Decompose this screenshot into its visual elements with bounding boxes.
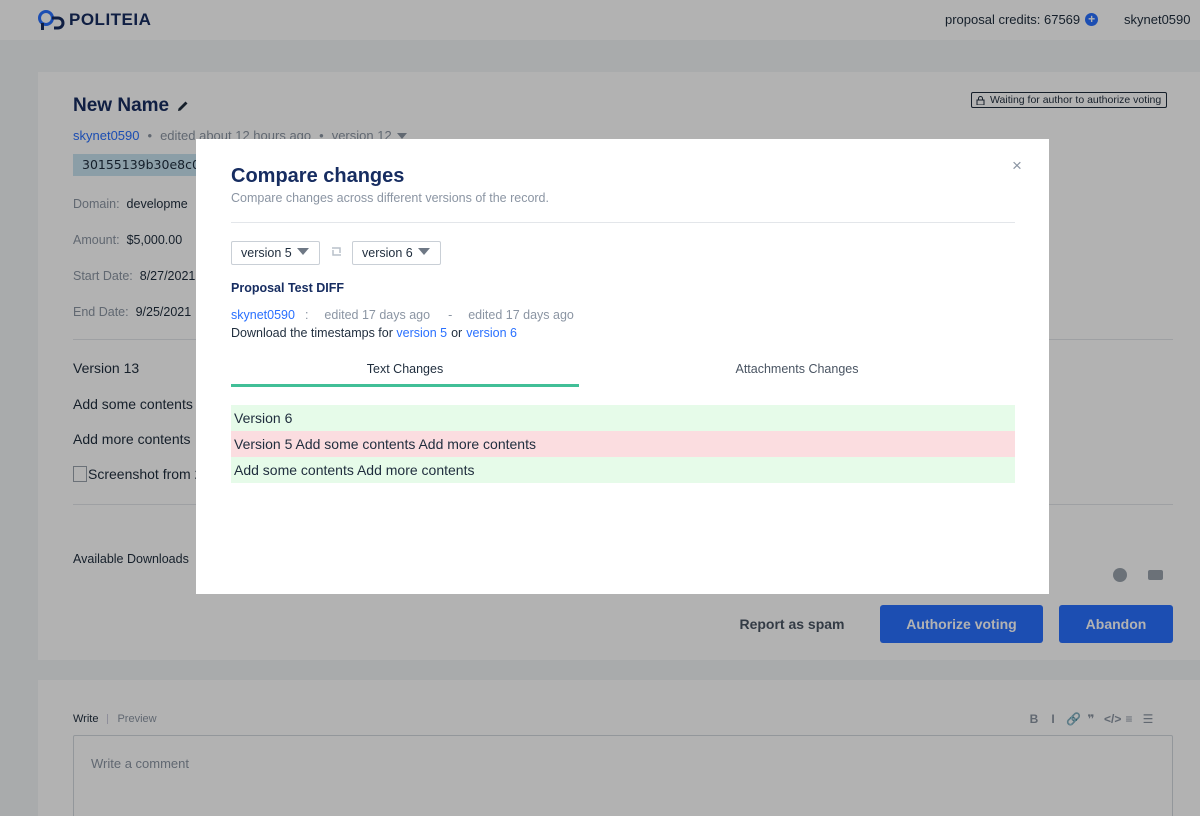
- from-version-value: version 5: [241, 246, 292, 260]
- download-prefix: Download the timestamps for: [231, 326, 393, 340]
- diff-meta: skynet0590 : edited 17 days ago - edited…: [231, 308, 574, 322]
- modal-title: Compare changes: [231, 165, 405, 187]
- edited-time-a: edited 17 days ago: [324, 308, 431, 322]
- diff-row-removed: Version 5 Add some contents Add more con…: [231, 431, 1015, 457]
- tab-text-changes[interactable]: Text Changes: [231, 362, 579, 386]
- swap-icon[interactable]: [330, 245, 343, 258]
- tab-attachments-changes[interactable]: Attachments Changes: [623, 362, 971, 386]
- download-version-b-link[interactable]: version 6: [466, 326, 517, 340]
- to-version-select[interactable]: version 6: [352, 241, 441, 265]
- compare-changes-modal: × Compare changes Compare changes across…: [196, 139, 1049, 594]
- from-version-select[interactable]: version 5: [231, 241, 320, 265]
- chevron-down-icon: [417, 248, 430, 255]
- author-link[interactable]: skynet0590: [231, 308, 295, 322]
- divider: [231, 222, 1015, 223]
- modal-subtitle: Compare changes across different version…: [231, 191, 549, 205]
- chevron-down-icon: [296, 248, 309, 255]
- meta-separator: :: [304, 308, 309, 322]
- to-version-value: version 6: [362, 246, 413, 260]
- download-or: or: [451, 326, 463, 340]
- diff-row-added: Version 6: [231, 405, 1015, 431]
- close-icon[interactable]: ×: [1012, 157, 1022, 174]
- download-timestamps: Download the timestamps for version 5 or v…: [231, 326, 517, 340]
- download-version-a-link[interactable]: version 5: [396, 326, 447, 340]
- edited-time-b: edited 17 days ago: [468, 308, 574, 322]
- meta-separator: -: [448, 308, 453, 322]
- diff-row-added: Add some contents Add more contents: [231, 457, 1015, 483]
- proposal-title: Proposal Test DIFF: [231, 281, 344, 295]
- active-tab-indicator: [231, 384, 579, 387]
